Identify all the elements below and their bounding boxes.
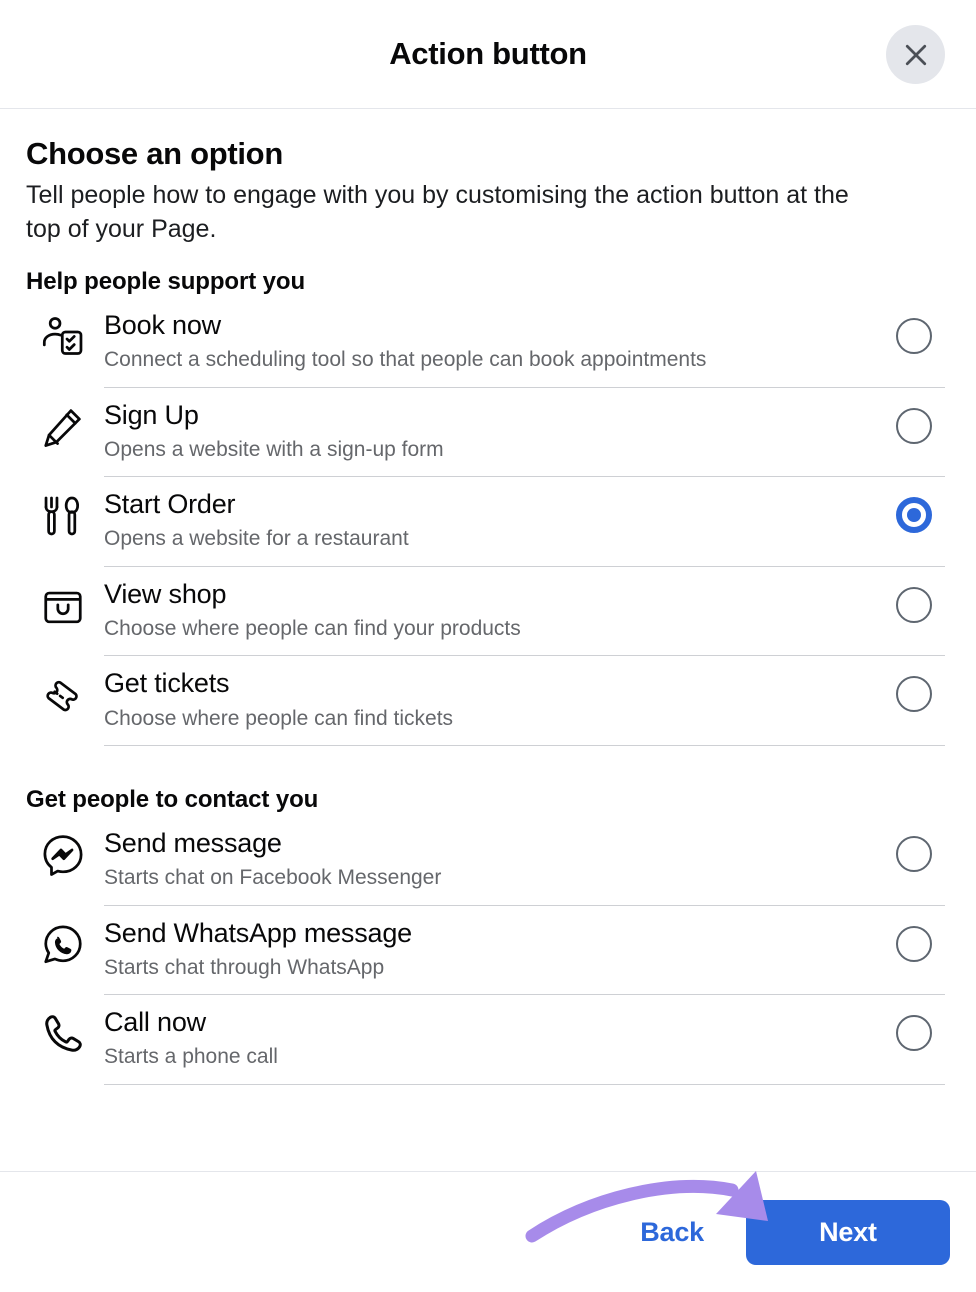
radio-view-shop[interactable] <box>896 586 932 623</box>
option-text: Send WhatsApp message Starts chat throug… <box>104 916 896 984</box>
dialog-footer: Back Next <box>0 1171 976 1292</box>
option-description: Connect a scheduling tool so that people… <box>104 348 707 372</box>
radio-sign-up[interactable] <box>896 407 932 444</box>
group-title-contact: Get people to contact you <box>26 785 319 813</box>
shopping-bag-icon <box>26 577 104 629</box>
option-title: Get tickets <box>104 668 230 699</box>
close-button[interactable] <box>886 25 945 84</box>
option-text: Send message Starts chat on Facebook Mes… <box>104 826 896 894</box>
option-row-send-message[interactable]: Send message Starts chat on Facebook Mes… <box>26 816 950 906</box>
action-button-dialog: Action button Choose an option Tell peop… <box>0 0 976 1292</box>
fork-knife-icon <box>26 487 104 539</box>
row-divider <box>104 744 945 746</box>
option-text: Call now Starts a phone call <box>104 1005 896 1073</box>
radio-get-tickets[interactable] <box>896 676 932 713</box>
radio-start-order[interactable] <box>896 497 932 534</box>
row-divider <box>104 1083 945 1085</box>
option-title: Send message <box>104 827 282 858</box>
option-row-start-order[interactable]: Start Order Opens a website for a restau… <box>26 477 950 567</box>
option-description: Choose where people can find tickets <box>104 706 454 730</box>
phone-icon <box>26 1005 104 1057</box>
option-description: Opens a website for a restaurant <box>104 527 409 551</box>
person-schedule-icon <box>26 308 104 360</box>
radio-send-message[interactable] <box>896 835 932 872</box>
option-title: Sign Up <box>104 399 199 430</box>
group-title-support: Help people support you <box>26 268 306 296</box>
dialog-header: Action button <box>0 0 976 109</box>
option-text: Book now Connect a scheduling tool so th… <box>104 308 896 376</box>
option-list-support: Book now Connect a scheduling tool so th… <box>26 298 950 746</box>
option-text: Get tickets Choose where people can find… <box>104 666 896 734</box>
radio-send-whatsapp-message[interactable] <box>896 925 932 962</box>
pencil-icon <box>26 398 104 450</box>
next-button[interactable]: Next <box>746 1199 950 1265</box>
option-text: Start Order Opens a website for a restau… <box>104 487 896 555</box>
option-description: Choose where people can find your produc… <box>104 617 521 640</box>
option-description: Starts chat through WhatsApp <box>104 955 385 979</box>
page-title: Choose an option <box>26 136 283 171</box>
option-title: Call now <box>104 1007 206 1038</box>
option-row-call-now[interactable]: Call now Starts a phone call <box>26 995 950 1085</box>
back-button[interactable]: Back <box>616 1203 728 1262</box>
option-list-contact: Send message Starts chat on Facebook Mes… <box>26 816 950 1085</box>
option-row-send-whatsapp-message[interactable]: Send WhatsApp message Starts chat throug… <box>26 906 950 996</box>
radio-book-now[interactable] <box>896 318 932 355</box>
dialog-body: Choose an option Tell people how to enga… <box>0 109 976 1171</box>
option-title: View shop <box>104 578 227 609</box>
option-text: Sign Up Opens a website with a sign-up f… <box>104 398 896 466</box>
option-row-book-now[interactable]: Book now Connect a scheduling tool so th… <box>26 298 950 388</box>
option-title: Send WhatsApp message <box>104 917 412 948</box>
page-description: Tell people how to engage with you by cu… <box>26 180 849 243</box>
option-title: Start Order <box>104 489 236 520</box>
messenger-icon <box>26 826 104 878</box>
option-title: Book now <box>104 310 221 341</box>
dialog-title: Action button <box>389 36 587 71</box>
option-description: Starts chat on Facebook Messenger <box>104 866 442 890</box>
option-text: View shop Choose where people can find y… <box>104 577 896 645</box>
whatsapp-icon <box>26 916 104 968</box>
option-row-view-shop[interactable]: View shop Choose where people can find y… <box>26 567 950 657</box>
option-row-get-tickets[interactable]: Get tickets Choose where people can find… <box>26 656 950 746</box>
option-description: Opens a website with a sign-up form <box>104 437 444 461</box>
ticket-icon <box>26 666 104 718</box>
close-icon <box>901 40 931 70</box>
radio-call-now[interactable] <box>896 1015 932 1052</box>
option-description: Starts a phone call <box>104 1045 278 1069</box>
option-row-sign-up[interactable]: Sign Up Opens a website with a sign-up f… <box>26 388 950 478</box>
